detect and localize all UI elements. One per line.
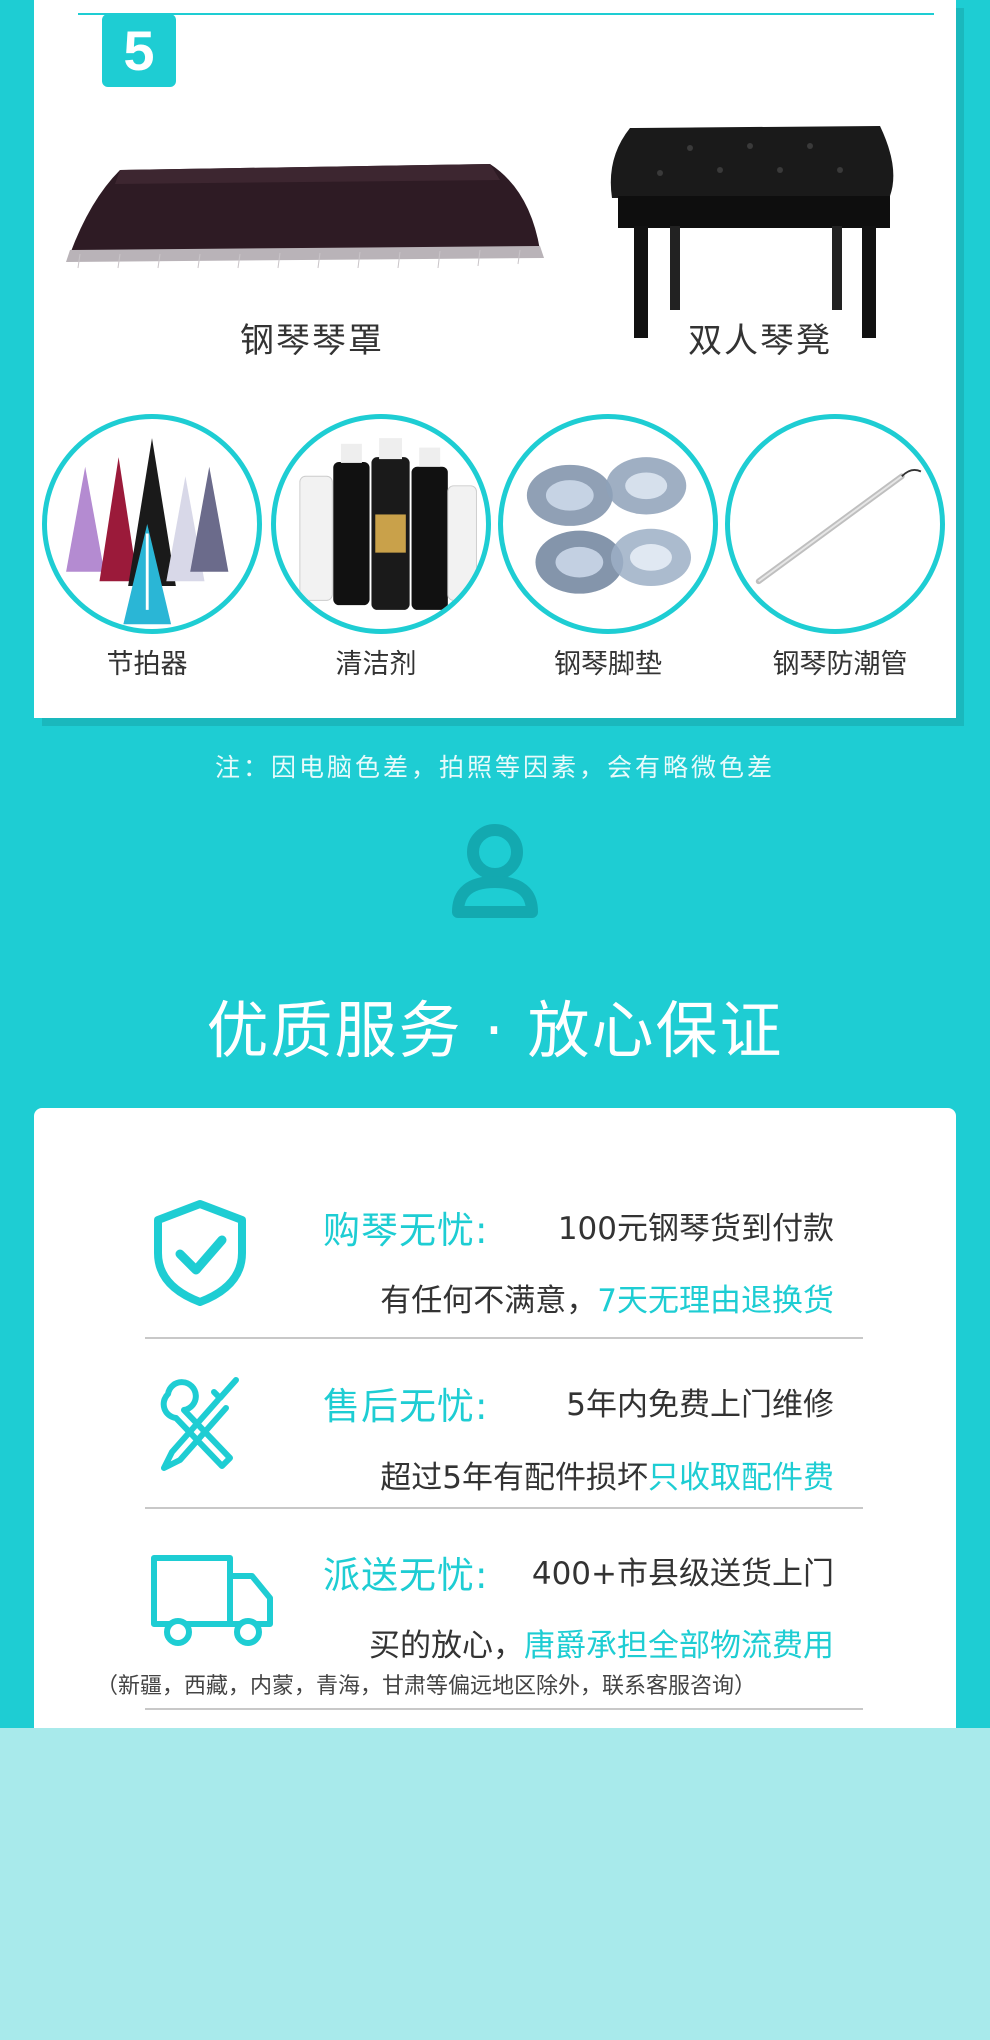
service-line-delivery-1: 400+市县级送货上门 [531,1556,834,1592]
color-difference-note: 注：因电脑色差，拍照等因素，会有略微色差 [214,753,775,782]
metronome-image [42,414,262,634]
cleaner-label: 清洁剂 [335,649,417,680]
piano-bench-image [610,126,894,338]
service-divider [145,1708,863,1710]
piano-caster-image [498,414,718,634]
person-icon [452,824,538,918]
piano-cover-image [66,164,544,269]
delivery-exception-note: （新疆，西藏，内蒙，青海，甘肃等偏远地区除外，联系客服咨询） [96,1674,757,1699]
service-line-purchase-1: 100元钢琴货到付款 [557,1211,834,1247]
truck-icon [151,1555,273,1646]
service-line-aftersales-2: 超过5年有配件损坏只收取配件费 [380,1460,834,1496]
service-line-purchase-2: 有任何不满意，7天无理由退换货 [380,1283,834,1319]
dehumidifier-rod-label: 钢琴防潮管 [772,649,908,680]
piano-cover-label: 钢琴琴罩 [240,321,384,361]
piano-caster-label: 钢琴脚垫 [554,649,662,680]
top-divider [78,13,934,15]
dehumidifier-rod-image [725,414,945,634]
service-title-aftersales: 售后无忧: [323,1385,489,1428]
cleaner-image [271,414,491,634]
service-title-purchase: 购琴无忧: [323,1209,489,1252]
service-line-delivery-2: 买的放心，唐爵承担全部物流费用 [369,1628,834,1664]
section-number-badge: 5 [102,14,176,87]
tools-icon [160,1377,239,1471]
service-heading: 优质服务 · 放心保证 [206,994,784,1067]
service-line-aftersales-1: 5年内免费上门维修 [566,1387,834,1423]
service-title-delivery: 派送无忧: [323,1554,489,1597]
piano-bench-label: 双人琴凳 [688,321,832,361]
bottom-panel [0,1728,990,2040]
service-divider [145,1507,863,1509]
shield-check-icon [154,1200,246,1306]
metronome-label: 节拍器 [106,649,188,680]
service-divider [145,1337,863,1339]
